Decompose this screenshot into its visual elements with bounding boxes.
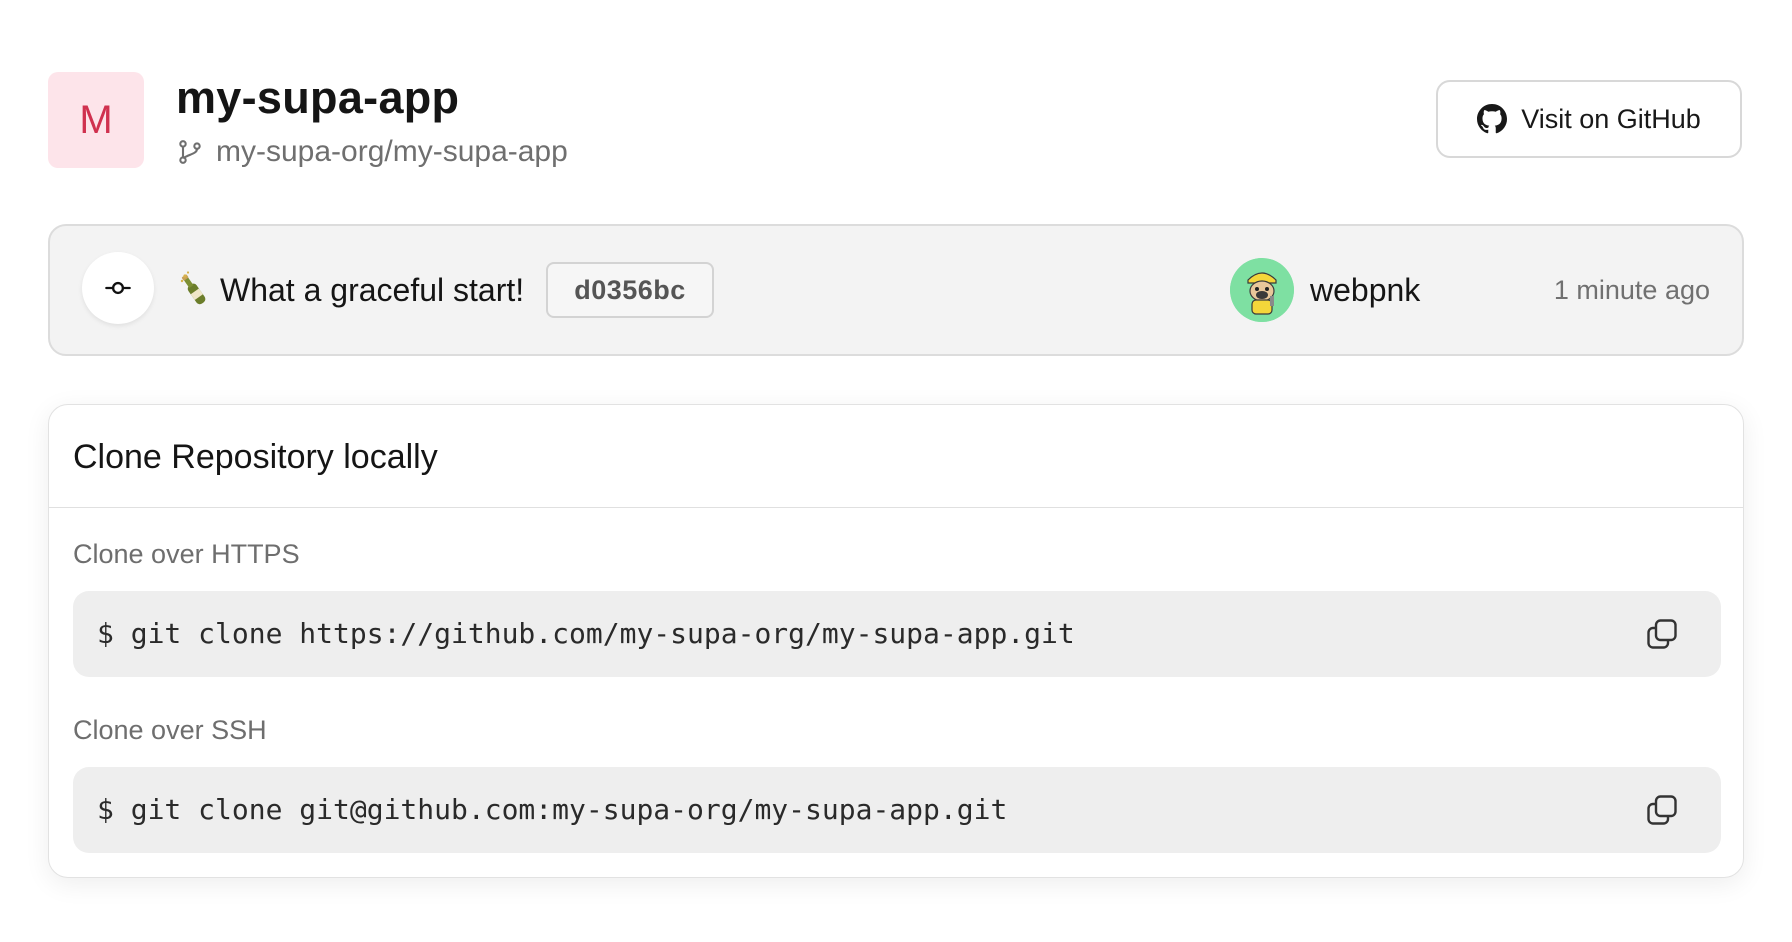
clone-https-command-box: $ git clone https://github.com/my-supa-o… bbox=[73, 591, 1721, 677]
commit-author[interactable]: webpnk bbox=[1310, 270, 1420, 310]
repo-avatar-letter: M bbox=[79, 97, 113, 142]
clone-card-divider bbox=[49, 507, 1743, 508]
latest-commit-bar: What a graceful start! d0356bc webpnk 1 … bbox=[48, 224, 1744, 356]
author-avatar bbox=[1230, 258, 1294, 322]
commit-message: What a graceful start! bbox=[220, 272, 525, 308]
clone-ssh-command-box: $ git clone git@github.com:my-supa-org/m… bbox=[73, 767, 1721, 853]
clone-repository-card: Clone Repository locally Clone over HTTP… bbox=[48, 404, 1744, 878]
copy-icon bbox=[1647, 795, 1677, 825]
commit-time: 1 minute ago bbox=[1553, 275, 1710, 305]
commit-hash-badge[interactable]: d0356bc bbox=[546, 262, 714, 318]
copy-icon bbox=[1647, 619, 1677, 649]
repo-avatar: M bbox=[48, 72, 144, 168]
clone-ssh-label: Clone over SSH bbox=[73, 715, 267, 745]
repo-name: my-supa-app bbox=[176, 72, 460, 123]
clone-ssh-command[interactable]: $ git clone git@github.com:my-supa-org/m… bbox=[97, 789, 1007, 831]
copy-https-button[interactable] bbox=[1643, 615, 1681, 653]
copy-ssh-button[interactable] bbox=[1643, 791, 1681, 829]
clone-https-label: Clone over HTTPS bbox=[73, 539, 300, 569]
repo-path-text: my-supa-org/my-supa-app bbox=[216, 135, 568, 168]
bottle-with-popping-cork-emoji bbox=[178, 270, 210, 310]
repository-page: M my-supa-app my-supa-org/my-supa-app Vi… bbox=[0, 0, 1792, 942]
visit-github-label: Visit on GitHub bbox=[1521, 103, 1701, 134]
git-commit-icon bbox=[82, 252, 154, 324]
visit-github-button[interactable]: Visit on GitHub bbox=[1436, 80, 1742, 158]
clone-https-command[interactable]: $ git clone https://github.com/my-supa-o… bbox=[97, 613, 1075, 655]
clone-card-title: Clone Repository locally bbox=[73, 438, 438, 476]
repo-path: my-supa-org/my-supa-app bbox=[176, 132, 568, 172]
git-branch-icon bbox=[176, 138, 204, 166]
github-icon bbox=[1477, 104, 1508, 134]
